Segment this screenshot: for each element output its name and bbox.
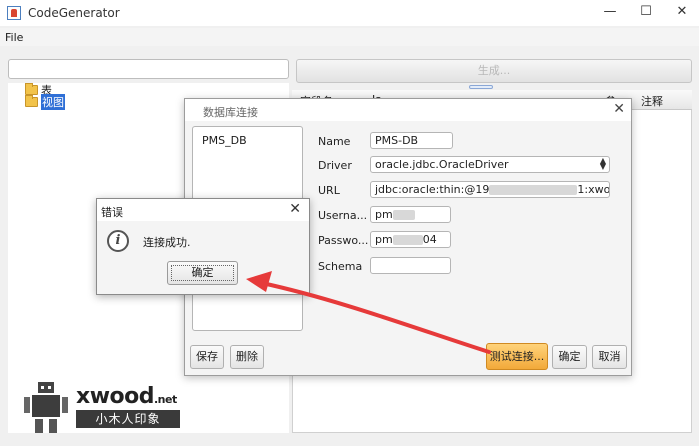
menu-file[interactable]: File [5,31,23,44]
generate-button[interactable]: 生成... [296,59,692,83]
blur-mask [392,210,415,220]
watermark-cn-text: 小木人印象 [76,410,180,428]
filter-input[interactable] [8,59,289,79]
ok-button[interactable]: 确定 [552,345,587,369]
watermark-logo: xwood.net 小木人印象 [18,382,188,438]
dialog-titlebar: 数据库连接 ✕ [185,99,631,121]
minimize-button[interactable]: — [601,4,619,20]
window-titlebar: CodeGenerator — ☐ ✕ [0,0,699,26]
window-title: CodeGenerator [28,6,120,20]
tree-item-views[interactable]: 视图 [25,94,65,110]
alert-message: 连接成功. [143,236,191,249]
close-icon[interactable]: ✕ [613,101,625,117]
dialog-title: 错误 [101,206,123,219]
driver-label: Driver [318,159,352,172]
alert-ok-button[interactable]: 确定 [167,261,238,285]
username-prefix: pm [375,208,393,221]
test-connection-button[interactable]: 测试连接... [486,343,548,370]
brand-text: xwood [76,384,155,409]
username-label: Userna... [318,209,368,222]
blur-mask [392,235,423,245]
cancel-button[interactable]: 取消 [592,345,627,369]
url-prefix: jdbc:oracle:thin:@19 [375,183,490,196]
window-close-button[interactable]: ✕ [673,4,691,20]
url-field[interactable]: jdbc:oracle:thin:@19 1:xwood [370,181,610,198]
robot-logo-icon [24,382,68,433]
folder-icon [25,95,38,107]
delete-button[interactable]: 删除 [230,345,264,369]
schema-field[interactable] [370,257,451,274]
schema-label: Schema [318,260,363,273]
dialog-titlebar: 错误 ✕ [97,199,309,221]
password-prefix: pm [375,233,393,246]
name-field[interactable]: PMS-DB [370,132,453,149]
username-field[interactable]: pm [370,206,451,223]
message-dialog: 错误 ✕ i 连接成功. 确定 [96,198,310,295]
maximize-button[interactable]: ☐ [637,4,655,20]
watermark-brand: xwood.net [76,384,177,409]
tree-item-label: 视图 [41,94,65,110]
java-app-icon [7,6,21,20]
password-suffix: 04 [422,233,437,246]
driver-value: oracle.jdbc.OracleDriver [375,158,509,171]
name-label: Name [318,135,351,148]
save-button[interactable]: 保存 [190,345,224,369]
blur-mask [489,185,578,195]
spinner-arrows-icon: ▲ ▼ [599,156,606,171]
password-field[interactable]: pm 04 [370,231,451,248]
password-label: Passwo... [318,234,369,247]
close-icon[interactable]: ✕ [289,201,301,217]
folder-icon [25,83,38,95]
driver-select[interactable]: oracle.jdbc.OracleDriver ▲ ▼ [370,156,610,173]
url-suffix: 1:xwood [577,183,610,196]
splitter-handle[interactable] [469,85,493,89]
list-item[interactable]: PMS_DB [202,134,247,147]
info-icon: i [107,230,129,252]
url-label: URL [318,184,340,197]
dialog-title: 数据库连接 [203,106,258,119]
brand-tld: .net [154,393,177,406]
column-header[interactable]: 注释 [641,93,663,109]
menu-bar: File [0,28,699,46]
